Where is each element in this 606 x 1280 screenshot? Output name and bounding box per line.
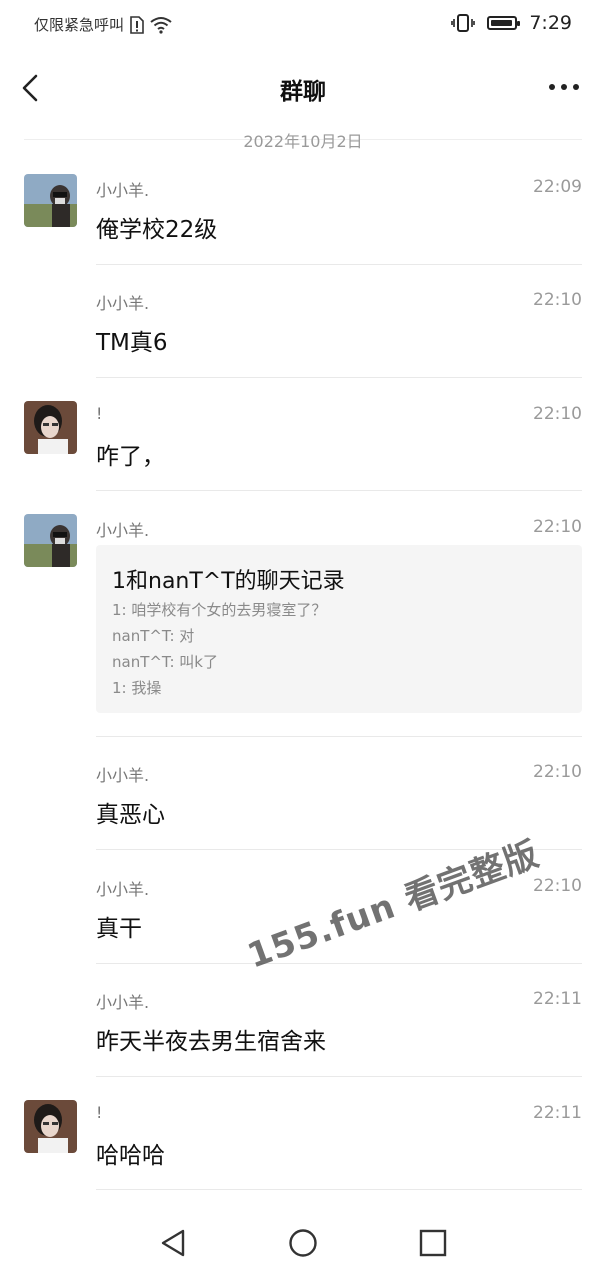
clock: 7:29 [529, 12, 572, 34]
message-text[interactable]: 真恶心 [96, 795, 165, 829]
message-time: 22:10 [533, 517, 582, 537]
divider [96, 1076, 582, 1077]
wifi-icon [150, 16, 172, 34]
circle-home-icon[interactable] [288, 1228, 318, 1258]
divider [96, 1189, 582, 1190]
sender-name: 小小羊. [96, 181, 150, 200]
avatar[interactable] [24, 514, 77, 567]
sender-name: ! [96, 1103, 103, 1122]
chat-record-line: nanT^T: 对 [112, 627, 195, 645]
avatar-sheep-image [24, 174, 77, 227]
sender-name: 小小羊. [96, 880, 150, 899]
sim-alert-icon [130, 15, 144, 34]
message-text[interactable]: 咋了， [96, 437, 165, 471]
avatar[interactable] [24, 1100, 77, 1153]
divider [96, 264, 582, 265]
divider [96, 490, 582, 491]
status-bar: 仅限紧急呼叫 7:29 [0, 0, 606, 52]
message-text[interactable]: 昨天半夜去男生宿舍来 [96, 1022, 326, 1056]
chat-record-line: 1: 咱学校有个女的去男寝室了？ [112, 601, 327, 619]
vibrate-icon [451, 14, 476, 32]
avatar-exclaim-image [24, 1100, 77, 1153]
avatar[interactable] [24, 401, 77, 454]
chat-record-card[interactable]: 1和nanT^T的聊天记录 1: 咱学校有个女的去男寝室了？ nanT^T: 对… [96, 545, 582, 713]
battery-level [491, 20, 513, 26]
message-time: 22:11 [533, 989, 582, 1009]
sender-name: 小小羊. [96, 294, 150, 313]
chat-record-title: 1和nanT^T的聊天记录 [112, 569, 345, 594]
chat-header: 群聊 [0, 58, 606, 118]
system-nav-bar [0, 1200, 606, 1280]
avatar[interactable] [24, 174, 77, 227]
sender-name: 小小羊. [96, 766, 150, 785]
carrier-text: 仅限紧急呼叫 [34, 16, 125, 34]
message-text[interactable]: TM真6 [96, 323, 168, 357]
message-time: 22:10 [533, 290, 582, 310]
avatar-sheep-image [24, 514, 77, 567]
message-text[interactable]: 真干 [96, 909, 142, 943]
sender-name: 小小羊. [96, 521, 150, 540]
message-time: 22:10 [533, 762, 582, 782]
divider [96, 963, 582, 964]
square-recents-icon[interactable] [418, 1228, 448, 1258]
avatar-exclaim-image [24, 401, 77, 454]
divider [96, 377, 582, 378]
message-time: 22:09 [533, 177, 582, 197]
message-time: 22:10 [533, 404, 582, 424]
chat-record-line: 1: 我操 [112, 679, 162, 697]
message-time: 22:10 [533, 876, 582, 896]
message-time: 22:11 [533, 1103, 582, 1123]
more-horizontal-icon [549, 84, 579, 90]
divider [96, 736, 582, 737]
more-button[interactable] [544, 72, 584, 102]
message-text[interactable]: 俺学校22级 [96, 210, 217, 244]
sender-name: 小小羊. [96, 993, 150, 1012]
date-separator: 2022年10月2日 [243, 132, 363, 151]
battery-icon [487, 16, 521, 30]
message-text[interactable]: 哈哈哈 [96, 1136, 165, 1170]
sender-name: ! [96, 404, 103, 423]
chat-record-line: nanT^T: 叫k了 [112, 653, 218, 671]
page-title: 群聊 [280, 79, 326, 105]
triangle-back-icon[interactable] [158, 1228, 188, 1258]
